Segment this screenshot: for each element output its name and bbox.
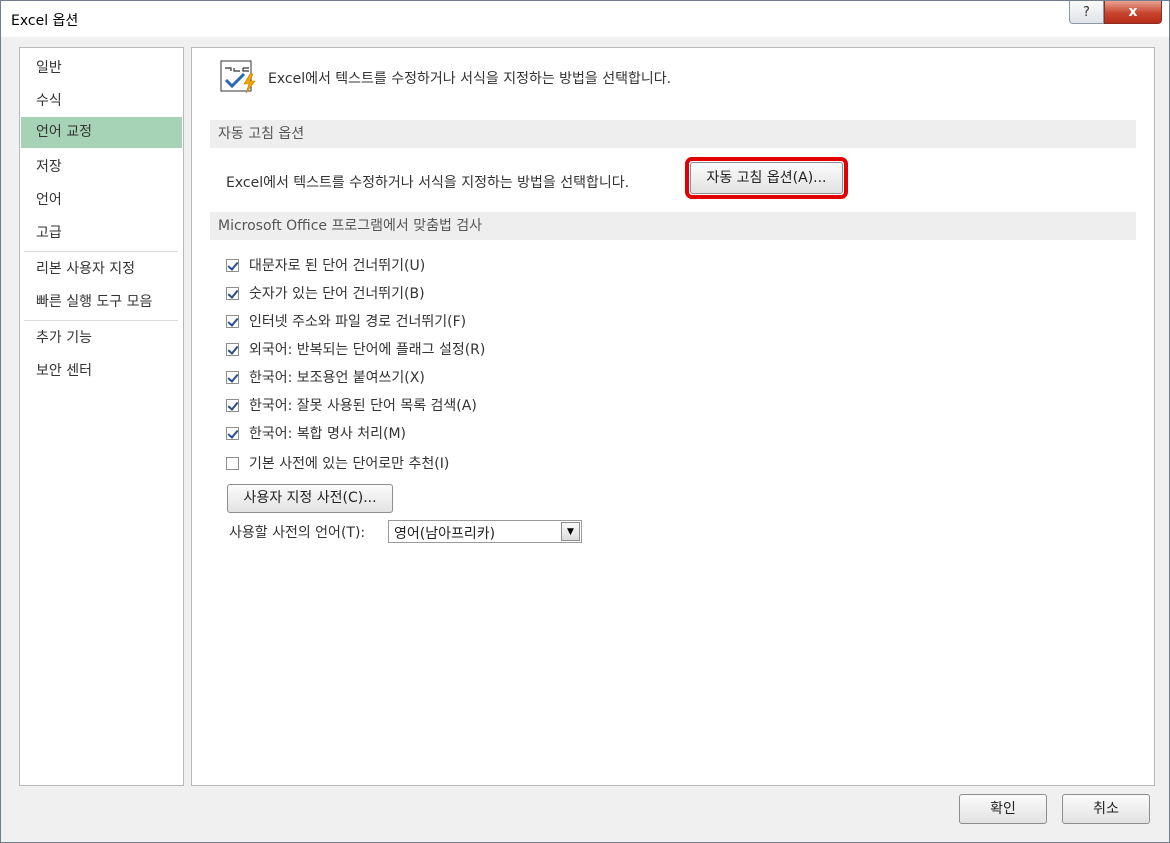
nav-item-proofing[interactable]: 언어 교정 — [21, 117, 182, 148]
dictionary-language-label: 사용할 사전의 언어(T): — [229, 525, 366, 541]
checkbox-label: 대문자로 된 단어 건너뛰기(U) — [249, 258, 426, 274]
nav-item-save[interactable]: 저장 — [21, 152, 182, 183]
question-icon: ? — [1083, 4, 1090, 20]
nav-item-advanced[interactable]: 고급 — [21, 218, 182, 249]
checkbox-label: 숫자가 있는 단어 건너뛰기(B) — [249, 286, 425, 302]
highlight-frame — [685, 157, 848, 199]
checkbox[interactable] — [226, 370, 239, 384]
checkbox[interactable] — [226, 398, 239, 412]
autocorrect-description: Excel에서 텍스트를 수정하거나 서식을 지정하는 방법을 선택합니다. — [226, 175, 630, 191]
checkbox[interactable] — [226, 286, 239, 300]
checkbox-main-dictionary-only[interactable]: 기본 사전에 있는 단어로만 추천(I) — [226, 453, 449, 473]
panel-header-text: Excel에서 텍스트를 수정하거나 서식을 지정하는 방법을 선택합니다. — [268, 71, 672, 87]
cancel-button[interactable]: 취소 — [1062, 794, 1150, 824]
custom-dictionaries-button[interactable]: 사용자 지정 사전(C)... — [227, 484, 393, 513]
checkbox[interactable] — [226, 258, 239, 272]
nav-item-formulas[interactable]: 수식 — [21, 86, 182, 117]
nav-divider — [24, 251, 178, 252]
close-button[interactable]: x — [1104, 1, 1162, 24]
abc-check-icon — [220, 60, 256, 94]
checkbox[interactable] — [226, 426, 239, 440]
dictionary-language-value: 영어(남아프리카) — [394, 526, 496, 542]
close-icon: x — [1128, 4, 1138, 20]
help-button[interactable]: ? — [1069, 1, 1104, 24]
proofing-panel: Excel에서 텍스트를 수정하거나 서식을 지정하는 방법을 선택합니다. 자… — [191, 47, 1155, 786]
spelling-section-title: Microsoft Office 프로그램에서 맞춤법 검사 — [210, 212, 1136, 240]
checkbox-label: 외국어: 반복되는 단어에 플래그 설정(R) — [249, 342, 486, 358]
category-nav: 일반 수식 언어 교정 저장 언어 고급 리본 사용자 지정 빠른 실행 도구 … — [19, 47, 184, 786]
ok-button[interactable]: 확인 — [959, 794, 1047, 824]
nav-item-quick-access-toolbar[interactable]: 빠른 실행 도구 모음 — [21, 287, 182, 318]
dictionary-language-select[interactable]: 영어(남아프리카) ▼ — [388, 520, 582, 543]
checkbox-misused-words[interactable]: 한국어: 잘못 사용된 단어 목록 검색(A) — [226, 395, 477, 415]
nav-item-language[interactable]: 언어 — [21, 185, 182, 216]
checkbox-ignore-urls[interactable]: 인터넷 주소와 파일 경로 건너뛰기(F) — [226, 311, 466, 331]
checkbox-auxiliary-verbs[interactable]: 한국어: 보조용언 붙여쓰기(X) — [226, 367, 425, 387]
checkbox-label: 기본 사전에 있는 단어로만 추천(I) — [249, 456, 450, 472]
checkbox-label: 한국어: 복합 명사 처리(M) — [249, 426, 406, 442]
checkbox-flag-repeated[interactable]: 외국어: 반복되는 단어에 플래그 설정(R) — [226, 339, 485, 359]
checkbox-label: 한국어: 잘못 사용된 단어 목록 검색(A) — [249, 398, 477, 414]
checkbox-label: 한국어: 보조용언 붙여쓰기(X) — [249, 370, 425, 386]
window-title: Excel 옵션 — [11, 13, 79, 29]
chevron-down-icon[interactable]: ▼ — [561, 522, 580, 541]
nav-item-customize-ribbon[interactable]: 리본 사용자 지정 — [21, 254, 182, 285]
checkbox-ignore-numbers[interactable]: 숫자가 있는 단어 건너뛰기(B) — [226, 283, 425, 303]
excel-options-dialog: Excel 옵션 ? x 일반 수식 언어 교정 저장 언어 고급 리본 사용자… — [0, 0, 1170, 843]
checkbox[interactable] — [226, 342, 239, 356]
autocorrect-section-title: 자동 고침 옵션 — [210, 120, 1136, 148]
nav-item-general[interactable]: 일반 — [21, 53, 182, 84]
checkbox[interactable] — [226, 314, 239, 328]
nav-divider — [24, 320, 178, 321]
checkbox-compound-nouns[interactable]: 한국어: 복합 명사 처리(M) — [226, 423, 406, 443]
checkbox-label: 인터넷 주소와 파일 경로 건너뛰기(F) — [249, 314, 467, 330]
checkbox[interactable] — [226, 456, 239, 470]
nav-item-add-ins[interactable]: 추가 기능 — [21, 323, 182, 354]
checkbox-ignore-uppercase[interactable]: 대문자로 된 단어 건너뛰기(U) — [226, 255, 425, 275]
nav-item-trust-center[interactable]: 보안 센터 — [21, 356, 182, 387]
title-bar: Excel 옵션 ? x — [1, 1, 1169, 37]
